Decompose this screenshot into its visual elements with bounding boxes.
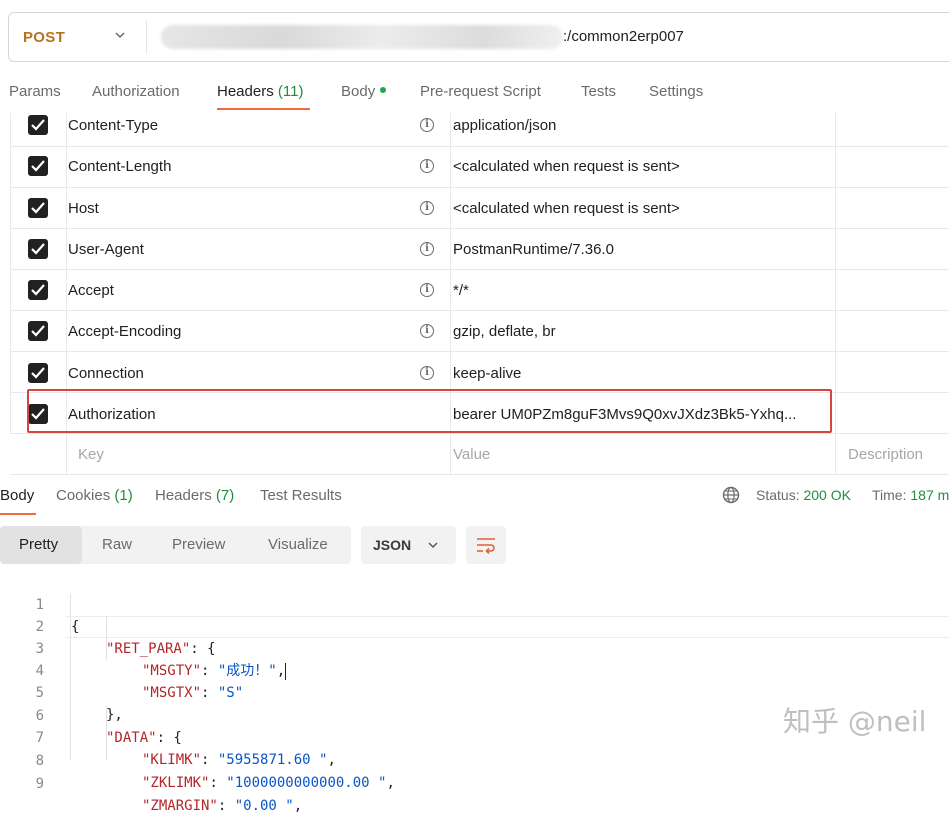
view-visualize-button[interactable]: Visualize (268, 536, 328, 553)
chevron-down-icon[interactable] (113, 28, 127, 42)
header-key[interactable]: Content-Type (68, 117, 158, 134)
json-punct: , (293, 798, 303, 814)
header-checkbox[interactable] (28, 363, 48, 383)
view-raw-button[interactable]: Raw (102, 536, 132, 553)
annotation-highlight-box (27, 389, 832, 433)
info-icon[interactable]: i (420, 283, 434, 297)
info-icon[interactable]: i (420, 366, 434, 380)
info-icon[interactable]: i (420, 324, 434, 338)
header-key[interactable]: Host (68, 200, 99, 217)
code-line: 1 { (0, 572, 949, 635)
tab-headers-label: Headers (217, 83, 274, 100)
tab-authorization[interactable]: Authorization (92, 83, 180, 100)
time-value: 187 m (910, 487, 949, 503)
header-checkbox[interactable] (28, 280, 48, 300)
header-key[interactable]: Accept (68, 282, 114, 299)
header-value[interactable]: PostmanRuntime/7.36.0 (453, 241, 614, 258)
tab-body[interactable]: Body (341, 83, 387, 100)
header-checkbox[interactable] (28, 321, 48, 341)
code-line: 4 "MSGTX": "S" (0, 638, 949, 701)
tab-tests[interactable]: Tests (581, 83, 616, 100)
tab-headers-count: (11) (277, 83, 304, 100)
header-key[interactable]: Connection (68, 365, 144, 382)
code-line: 5 }, (0, 660, 949, 723)
globe-icon[interactable] (722, 486, 740, 504)
status-indicator[interactable]: Status: 200 OK (756, 487, 851, 503)
tab-cookies-label: Cookies (56, 487, 111, 504)
header-checkbox[interactable] (28, 198, 48, 218)
tab-cookies[interactable]: Cookies (1) (56, 487, 133, 504)
header-value[interactable]: keep-alive (453, 365, 521, 382)
json-key: "ZKLIMK" (142, 775, 210, 791)
tab-response-headers[interactable]: Headers (7) (155, 487, 234, 504)
header-value[interactable]: <calculated when request is sent> (453, 158, 680, 175)
url-redacted-host (161, 25, 563, 49)
status-label: Status: (756, 487, 800, 503)
header-value[interactable]: */* (453, 282, 469, 299)
tab-headers[interactable]: Headers (11) (217, 83, 303, 100)
json-string: "1000000000000.00 " (226, 775, 387, 791)
header-key[interactable]: User-Agent (68, 241, 144, 258)
watermark: 知乎 @neil (783, 705, 927, 738)
method-select[interactable]: POST (23, 29, 65, 46)
header-key[interactable]: Accept-Encoding (68, 323, 181, 340)
code-text: "ZKLIMK": "1000000000000.00 ", (142, 772, 395, 794)
new-key-input[interactable]: Key (78, 446, 104, 463)
tab-response-headers-count: (7) (215, 487, 235, 504)
json-punct: : (217, 798, 235, 814)
table-row (10, 270, 949, 311)
json-punct: : (209, 775, 227, 791)
new-value-input[interactable]: Value (453, 446, 490, 463)
header-checkbox[interactable] (28, 239, 48, 259)
json-punct: , (386, 775, 395, 791)
tab-response-headers-label: Headers (155, 487, 212, 504)
code-line: 3 "MSGTY": "成功！", (0, 616, 949, 680)
active-tab-indicator (0, 513, 36, 515)
url-input[interactable]: :/common2erp007 (563, 28, 684, 45)
time-indicator[interactable]: Time: 187 m (872, 487, 949, 503)
line-number: 9 (35, 776, 44, 792)
wrap-lines-icon (477, 538, 495, 554)
url-divider (146, 20, 147, 54)
header-checkbox[interactable] (28, 115, 48, 135)
view-preview-button[interactable]: Preview (172, 536, 225, 553)
tab-params[interactable]: Params (9, 83, 61, 100)
url-bar: POST :/common2erp007 (8, 12, 949, 62)
json-key: "ZMARGIN" (142, 798, 218, 814)
wrap-lines-button[interactable] (466, 526, 506, 564)
info-icon[interactable]: i (420, 201, 434, 215)
time-label: Time: (872, 487, 907, 503)
new-description-input[interactable]: Description (848, 446, 923, 463)
code-text: "ZMARGIN": "0.00 ", (142, 795, 302, 817)
tab-cookies-count: (1) (114, 487, 133, 504)
tab-response-body[interactable]: Body (0, 487, 34, 504)
view-mode-group: Pretty Raw Preview Visualize (0, 526, 351, 564)
header-value[interactable]: gzip, deflate, br (453, 323, 556, 340)
format-label: JSON (373, 537, 412, 553)
code-line: 9 "ZMARGIN": "0.00 ", (0, 751, 949, 814)
modified-dot-icon (380, 87, 387, 94)
tab-pre-request-script[interactable]: Pre-request Script (420, 83, 541, 100)
code-line: 2 "RET_PARA": { (0, 594, 949, 657)
info-icon[interactable]: i (420, 159, 434, 173)
header-value[interactable]: <calculated when request is sent> (453, 200, 680, 217)
format-select[interactable]: JSON (361, 526, 456, 564)
header-checkbox[interactable] (28, 156, 48, 176)
status-value: 200 OK (803, 487, 851, 503)
tab-test-results[interactable]: Test Results (260, 487, 342, 504)
chevron-down-icon (428, 542, 438, 549)
info-icon[interactable]: i (420, 118, 434, 132)
tab-body-label: Body (341, 83, 376, 100)
info-icon[interactable]: i (420, 242, 434, 256)
tab-settings[interactable]: Settings (649, 83, 703, 100)
json-string: "0.00 " (234, 798, 294, 814)
header-value[interactable]: application/json (453, 117, 556, 134)
header-key[interactable]: Content-Length (68, 158, 171, 175)
view-pretty-button[interactable]: Pretty (19, 536, 58, 553)
